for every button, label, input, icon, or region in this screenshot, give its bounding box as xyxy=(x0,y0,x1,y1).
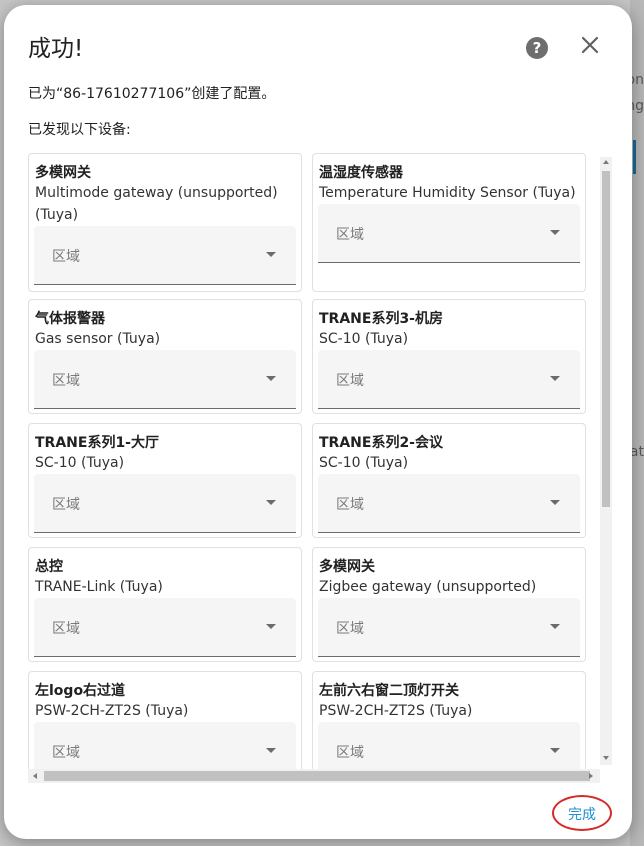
background-panel xyxy=(630,0,644,846)
area-select-label: 区域 xyxy=(52,249,80,265)
chevron-down-icon xyxy=(266,252,276,257)
area-select[interactable]: 区域 xyxy=(34,226,296,285)
area-select[interactable]: 区域 xyxy=(34,350,296,409)
area-select-label: 区域 xyxy=(336,621,364,637)
chevron-down-icon xyxy=(266,748,276,753)
device-model: PSW-2CH-ZT2S (Tuya) xyxy=(319,703,473,719)
scroll-down-arrow-icon[interactable] xyxy=(603,756,609,760)
device-model: Temperature Humidity Sensor (Tuya) xyxy=(319,185,576,201)
config-created-message: 已为“86-17610277106”创建了配置。 xyxy=(28,86,276,102)
area-select-label: 区域 xyxy=(336,227,364,243)
area-select-label: 区域 xyxy=(336,497,364,513)
chevron-down-icon xyxy=(266,500,276,505)
help-circle-icon[interactable]: ? xyxy=(526,37,548,59)
dialog-title: 成功! xyxy=(28,36,84,62)
area-select[interactable]: 区域 xyxy=(318,350,580,409)
device-card: 左logo右过道 PSW-2CH-ZT2S (Tuya) 区域 xyxy=(28,671,302,779)
device-name: 总控 xyxy=(35,559,63,575)
device-name: TRANE系列3-机房 xyxy=(319,311,443,327)
device-name: 多模网关 xyxy=(319,559,375,575)
vertical-scrollbar-thumb[interactable] xyxy=(602,171,610,507)
device-card: 温湿度传感器 Temperature Humidity Sensor (Tuya… xyxy=(312,153,586,292)
chevron-down-icon xyxy=(550,748,560,753)
background-accent-bar xyxy=(633,140,636,174)
close-icon[interactable] xyxy=(578,33,602,57)
area-select[interactable]: 区域 xyxy=(318,474,580,533)
device-model: PSW-2CH-ZT2S (Tuya) xyxy=(35,703,189,719)
device-name: 气体报警器 xyxy=(35,311,105,327)
chevron-down-icon xyxy=(550,624,560,629)
area-select-label: 区域 xyxy=(336,745,364,761)
device-name: 多模网关 xyxy=(35,165,91,181)
area-select-label: 区域 xyxy=(52,497,80,513)
device-list[interactable]: 多模网关 Multimode gateway (unsupported) (Tu… xyxy=(28,153,612,779)
background-text-fragment: at xyxy=(629,444,644,460)
area-select[interactable]: 区域 xyxy=(34,474,296,533)
area-select-label: 区域 xyxy=(336,373,364,389)
chevron-down-icon xyxy=(266,376,276,381)
device-card: TRANE系列1-大厅 SC-10 (Tuya) 区域 xyxy=(28,423,302,538)
device-model: SC-10 (Tuya) xyxy=(35,455,125,471)
device-name: 左logo右过道 xyxy=(35,683,126,699)
device-model: Gas sensor (Tuya) xyxy=(35,331,161,347)
device-name: TRANE系列2-会议 xyxy=(319,435,443,451)
area-select[interactable]: 区域 xyxy=(318,598,580,657)
chevron-down-icon xyxy=(550,500,560,505)
chevron-down-icon xyxy=(266,624,276,629)
done-button[interactable]: 完成 xyxy=(552,795,612,831)
device-card: 总控 TRANE-Link (Tuya) 区域 xyxy=(28,547,302,662)
scroll-left-arrow-icon[interactable] xyxy=(33,773,37,779)
device-card: 气体报警器 Gas sensor (Tuya) 区域 xyxy=(28,299,302,414)
config-success-dialog: 成功! ? 已为“86-17610277106”创建了配置。 已发现以下设备: … xyxy=(4,5,632,839)
horizontal-scrollbar-thumb[interactable] xyxy=(44,771,590,781)
device-model: TRANE-Link (Tuya) xyxy=(35,579,163,595)
device-card: TRANE系列2-会议 SC-10 (Tuya) 区域 xyxy=(312,423,586,538)
devices-found-heading: 已发现以下设备: xyxy=(28,122,131,138)
area-select-label: 区域 xyxy=(52,373,80,389)
device-card: 左前六右窗二顶灯开关 PSW-2CH-ZT2S (Tuya) 区域 xyxy=(312,671,586,779)
device-card: 多模网关 Multimode gateway (unsupported) (Tu… xyxy=(28,153,302,292)
device-model: Multimode gateway (unsupported) (Tuya) xyxy=(35,185,278,223)
scroll-right-arrow-icon[interactable] xyxy=(589,773,593,779)
device-card: 多模网关 Zigbee gateway (unsupported) (Tuya)… xyxy=(312,547,586,662)
area-select-label: 区域 xyxy=(52,621,80,637)
device-card: TRANE系列3-机房 SC-10 (Tuya) 区域 xyxy=(312,299,586,414)
device-name: 左前六右窗二顶灯开关 xyxy=(319,683,459,699)
device-name: 温湿度传感器 xyxy=(319,165,403,181)
chevron-down-icon xyxy=(550,376,560,381)
device-model: SC-10 (Tuya) xyxy=(319,331,409,347)
area-select[interactable]: 区域 xyxy=(34,598,296,657)
close-icon-glyph xyxy=(581,36,599,54)
area-select-label: 区域 xyxy=(52,745,80,761)
device-name: TRANE系列1-大厅 xyxy=(35,435,159,451)
area-select[interactable]: 区域 xyxy=(318,204,580,263)
chevron-down-icon xyxy=(550,230,560,235)
device-model: SC-10 (Tuya) xyxy=(319,455,409,471)
scroll-up-arrow-icon[interactable] xyxy=(603,160,609,164)
